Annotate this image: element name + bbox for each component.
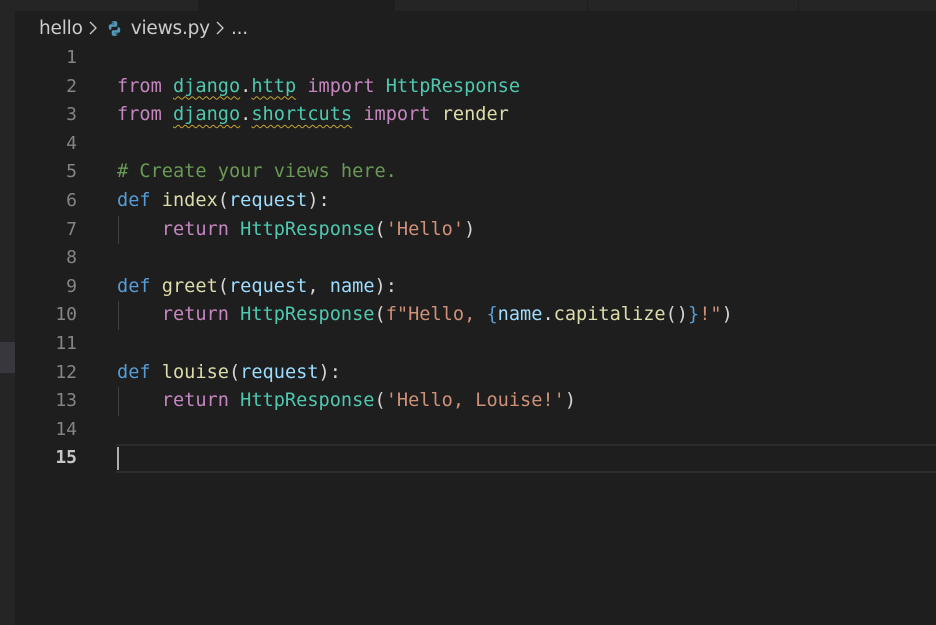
token-class: HttpResponse xyxy=(385,75,521,97)
tab-divider xyxy=(798,0,799,11)
token-keyword: return xyxy=(161,390,229,412)
line-number: 7 xyxy=(66,218,77,240)
token-function: capitalize xyxy=(553,304,666,326)
tab-views-py[interactable] xyxy=(198,0,395,11)
token-keyword: import xyxy=(363,104,431,126)
code-text: return HttpResponse(f"Hello, {name.capit… xyxy=(161,304,733,326)
breadcrumb-folder[interactable]: hello xyxy=(39,18,83,39)
code-text: from django.shortcuts import render xyxy=(117,104,509,126)
code-line[interactable]: 3 from django.shortcuts import render xyxy=(0,101,936,130)
code-text: from django.http import HttpResponse xyxy=(117,75,521,97)
token-keyword: def xyxy=(117,190,151,211)
token-comment: # Create your views here. xyxy=(117,161,397,183)
token-string: f"Hello, xyxy=(385,304,487,326)
chevron-right-icon xyxy=(88,21,98,35)
token-keyword: from xyxy=(117,104,162,126)
code-text: return HttpResponse('Hello') xyxy=(161,218,476,240)
line-number: 1 xyxy=(66,47,77,68)
line-number: 15 xyxy=(55,447,77,469)
line-number: 14 xyxy=(55,418,77,440)
code-line[interactable]: 13 return HttpResponse('Hello, Louise!') xyxy=(0,387,936,416)
chevron-right-icon xyxy=(215,21,225,35)
token-keyword: def xyxy=(117,275,151,297)
line-number: 6 xyxy=(66,190,77,211)
token-keyword: return xyxy=(161,304,229,326)
line-number: 5 xyxy=(66,161,77,183)
token-keyword: import xyxy=(307,75,375,97)
line-number: 8 xyxy=(66,247,77,269)
token-parameter: name xyxy=(329,275,375,297)
code-line[interactable]: 7 return HttpResponse('Hello') xyxy=(0,215,936,245)
code-line[interactable]: 8 xyxy=(0,244,936,273)
token-parameter: request xyxy=(228,275,308,297)
line-number: 13 xyxy=(55,390,77,412)
token-keyword: from xyxy=(117,75,162,97)
code-line[interactable]: 11 xyxy=(0,330,936,359)
token-class: HttpResponse xyxy=(240,304,375,326)
token-parameter: request xyxy=(240,361,319,383)
token-function: render xyxy=(441,104,509,126)
code-line[interactable]: 5 # Create your views here. xyxy=(0,158,936,187)
token-brace: } xyxy=(687,304,700,326)
line-number: 4 xyxy=(66,132,77,154)
line-number: 9 xyxy=(66,275,77,297)
line-number: 12 xyxy=(55,361,77,383)
token-parameter: request xyxy=(228,190,308,211)
token-string: 'Hello' xyxy=(385,218,465,240)
text-cursor xyxy=(117,447,119,471)
code-line[interactable]: 12 def louise(request): xyxy=(0,359,936,388)
code-line[interactable]: 1 xyxy=(0,44,936,73)
breadcrumb-file[interactable]: views.py xyxy=(131,18,210,39)
tab-divider xyxy=(587,0,588,11)
code-text: return HttpResponse('Hello, Louise!') xyxy=(161,390,577,412)
line-number: 10 xyxy=(55,304,77,326)
token-class: HttpResponse xyxy=(240,390,375,412)
token-brace: { xyxy=(486,304,498,326)
token-function: louise xyxy=(161,361,229,383)
token-string: 'Hello, Louise!' xyxy=(385,390,565,412)
token-variable: name xyxy=(497,304,543,326)
code-line[interactable]: 4 xyxy=(0,130,936,159)
token-class: HttpResponse xyxy=(240,218,375,240)
token-keyword: def xyxy=(117,361,151,383)
code-line[interactable]: 10 return HttpResponse(f"Hello, {name.ca… xyxy=(0,301,936,330)
token-keyword: return xyxy=(161,218,229,240)
code-line[interactable]: 14 xyxy=(0,416,936,445)
code-text: def index(request): xyxy=(117,190,330,211)
code-line[interactable]: 2 from django.http import HttpResponse xyxy=(0,73,936,102)
line-number: 11 xyxy=(55,333,77,354)
code-line-current[interactable]: 15 xyxy=(0,444,936,473)
code-line[interactable]: 9 def greet(request, name): xyxy=(0,273,936,302)
code-text: # Create your views here. xyxy=(117,158,397,187)
code-text: def greet(request, name): xyxy=(117,275,397,297)
token-string: !" xyxy=(699,304,722,326)
breadcrumb-symbols[interactable]: ... xyxy=(231,18,248,39)
code-line[interactable]: 6 def index(request): xyxy=(0,187,936,216)
token-function: index xyxy=(161,190,218,211)
line-number: 2 xyxy=(66,75,77,97)
python-icon xyxy=(106,20,123,37)
code-text: def louise(request): xyxy=(117,361,341,383)
line-number: 3 xyxy=(66,104,77,126)
token-module: http xyxy=(251,75,297,97)
token-module: django xyxy=(172,104,241,126)
breadcrumb: hello views.py ... xyxy=(39,15,248,41)
token-module: shortcuts xyxy=(251,104,353,126)
tab-bar xyxy=(15,0,936,11)
token-module: django xyxy=(172,75,241,97)
token-function: greet xyxy=(161,275,218,297)
